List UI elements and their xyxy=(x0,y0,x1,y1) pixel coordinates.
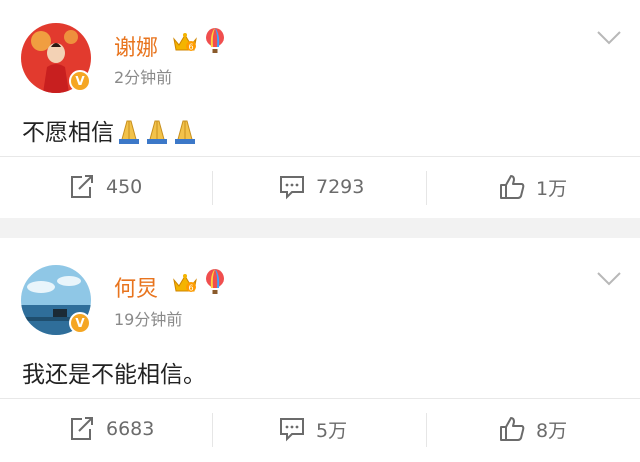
like-icon xyxy=(500,417,525,441)
repost-count: 450 xyxy=(106,176,143,198)
comment-count: 5万 xyxy=(316,419,348,442)
like-icon xyxy=(500,175,525,199)
comment-button[interactable]: 5万 xyxy=(278,399,347,459)
post-text-content: 我还是不能相信。 xyxy=(22,362,206,388)
crown-badge-icon[interactable]: 6 xyxy=(172,31,198,53)
crown-badge-icon[interactable]: 6 xyxy=(172,272,198,294)
divider xyxy=(426,171,427,205)
action-bar: 6683 5万 8万 xyxy=(0,399,640,459)
post-text-content: 不愿相信 xyxy=(22,120,114,146)
comment-button[interactable]: 7293 xyxy=(278,157,364,217)
like-count: 8万 xyxy=(536,419,568,442)
repost-button[interactable]: 6683 xyxy=(68,399,154,459)
chevron-down-icon[interactable] xyxy=(596,30,622,46)
weibo-post: V 何炅 6 19分钟前 我还是不能相信。 6683 5万 8万 xyxy=(0,238,640,462)
like-button[interactable]: 1万 xyxy=(498,157,567,217)
divider xyxy=(212,171,213,205)
action-bar: 450 7293 1万 xyxy=(0,157,640,217)
weibo-post: V 谢娜 6 2分钟前 不愿相信 450 7293 1万 xyxy=(0,0,640,218)
post-text: 不愿相信 xyxy=(22,113,199,151)
crown-level: 6 xyxy=(188,43,193,52)
comment-icon xyxy=(280,176,304,200)
repost-icon xyxy=(71,417,93,440)
verified-badge: V xyxy=(69,70,91,92)
hot-air-balloon-icon[interactable] xyxy=(204,268,226,296)
hot-air-balloon-icon[interactable] xyxy=(204,27,226,55)
like-count: 1万 xyxy=(536,177,568,200)
post-text: 我还是不能相信。 xyxy=(22,355,206,389)
post-timestamp: 19分钟前 xyxy=(114,310,183,329)
post-timestamp: 2分钟前 xyxy=(114,68,173,87)
repost-button[interactable]: 450 xyxy=(68,157,142,217)
repost-icon xyxy=(71,175,93,198)
crown-level: 6 xyxy=(188,284,193,293)
verified-badge: V xyxy=(69,312,91,334)
comment-count: 7293 xyxy=(316,176,365,198)
praying-hands-emoji xyxy=(115,117,199,151)
username[interactable]: 谢娜 xyxy=(114,30,158,62)
chevron-down-icon[interactable] xyxy=(596,271,622,287)
divider xyxy=(212,413,213,447)
repost-count: 6683 xyxy=(106,418,155,440)
username[interactable]: 何炅 xyxy=(114,271,158,303)
divider xyxy=(426,413,427,447)
like-button[interactable]: 8万 xyxy=(498,399,567,459)
comment-icon xyxy=(280,418,304,442)
